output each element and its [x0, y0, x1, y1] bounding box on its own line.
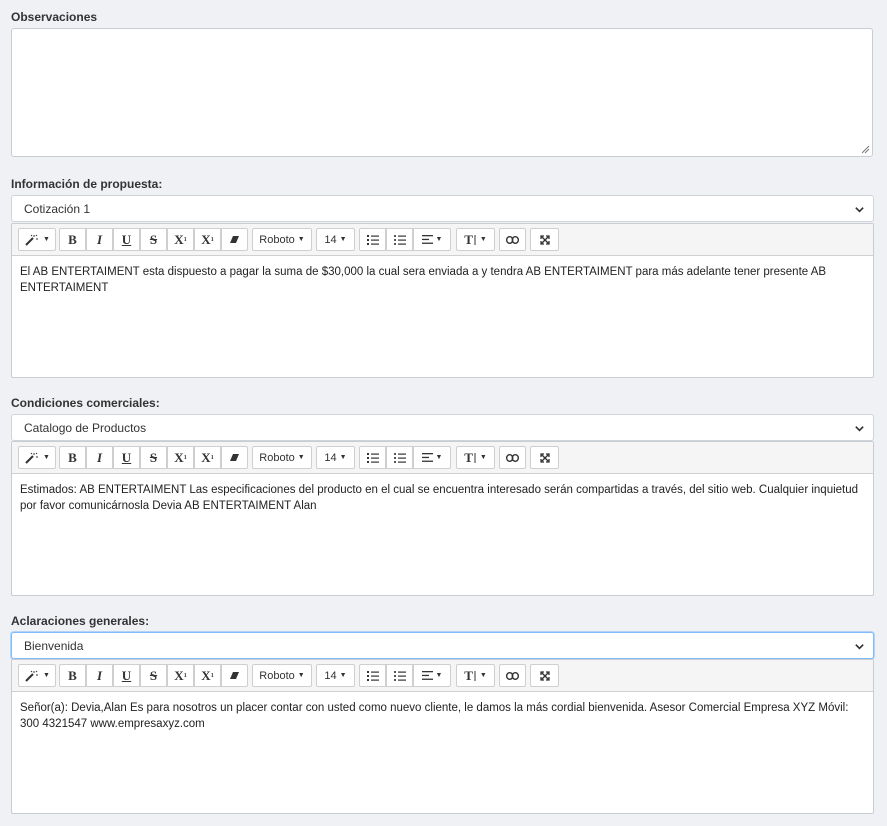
template-select[interactable]: Cotización 1: [11, 195, 874, 222]
font-size-dropdown[interactable]: 14 ▼: [316, 664, 355, 687]
strikethrough-button[interactable]: S: [140, 446, 167, 469]
observaciones-label: Observaciones: [11, 10, 98, 24]
unordered-list-icon: [366, 452, 379, 463]
ordered-list-button[interactable]: [386, 446, 413, 469]
editor-content[interactable]: El AB ENTERTAIMENT esta dispuesto a paga…: [20, 264, 861, 296]
bold-button[interactable]: B: [59, 664, 86, 687]
underline-button[interactable]: U: [113, 664, 140, 687]
fullscreen-button[interactable]: [530, 228, 559, 251]
fullscreen-icon: [539, 452, 550, 463]
superscript-button[interactable]: X1: [167, 664, 194, 687]
editor-toolbar: ▼ B I U S X1 X1 Roboto ▼ 14 ▼ ▼ T ▼: [12, 224, 873, 256]
template-select-value: Cotización 1: [24, 202, 91, 216]
unordered-list-button[interactable]: [359, 664, 386, 687]
unordered-list-icon: [366, 670, 379, 681]
font-name-dropdown[interactable]: Roboto ▼: [252, 228, 312, 251]
eraser-button[interactable]: [221, 446, 248, 469]
font-name-dropdown[interactable]: Roboto ▼: [252, 664, 312, 687]
superscript-button[interactable]: X1: [167, 228, 194, 251]
fullscreen-button[interactable]: [530, 446, 559, 469]
magic-wand-button[interactable]: ▼: [18, 228, 56, 251]
subscript-button[interactable]: X1: [194, 446, 221, 469]
strikethrough-button[interactable]: S: [140, 228, 167, 251]
template-select[interactable]: Bienvenida: [11, 632, 874, 659]
section-label: Condiciones comerciales:: [11, 396, 160, 410]
text-height-icon: [474, 452, 476, 463]
link-icon: [506, 235, 519, 244]
chevron-down-icon: [855, 426, 864, 432]
paragraph-align-dropdown[interactable]: ▼: [413, 664, 451, 687]
italic-button[interactable]: I: [86, 446, 113, 469]
eraser-button[interactable]: [221, 664, 248, 687]
unordered-list-icon: [366, 234, 379, 245]
text-height-icon: [474, 234, 476, 245]
editor-content[interactable]: Estimados: AB ENTERTAIMENT Las especific…: [20, 482, 861, 514]
ordered-list-icon: [393, 452, 406, 463]
eraser-icon: [230, 236, 239, 243]
line-height-dropdown[interactable]: T ▼: [456, 228, 495, 251]
section-label: Aclaraciones generales:: [11, 614, 150, 628]
paragraph-align-dropdown[interactable]: ▼: [413, 228, 451, 251]
superscript-button[interactable]: X1: [167, 446, 194, 469]
bold-button[interactable]: B: [59, 228, 86, 251]
link-button[interactable]: [499, 664, 526, 687]
font-size-dropdown[interactable]: 14 ▼: [316, 446, 355, 469]
subscript-button[interactable]: X1: [194, 664, 221, 687]
fullscreen-icon: [539, 234, 550, 245]
strikethrough-button[interactable]: S: [140, 664, 167, 687]
link-button[interactable]: [499, 446, 526, 469]
align-left-icon: [421, 235, 433, 244]
rich-text-editor[interactable]: ▼ B I U S X1 X1 Roboto ▼ 14 ▼: [11, 659, 874, 814]
magic-wand-button[interactable]: ▼: [18, 664, 56, 687]
underline-button[interactable]: U: [113, 228, 140, 251]
font-size-dropdown[interactable]: 14 ▼: [316, 228, 355, 251]
template-select-value: Catalogo de Productos: [24, 421, 147, 435]
underline-button[interactable]: U: [113, 446, 140, 469]
ordered-list-button[interactable]: [386, 228, 413, 251]
unordered-list-button[interactable]: [359, 228, 386, 251]
bold-button[interactable]: B: [59, 446, 86, 469]
magic-wand-icon: [25, 452, 39, 464]
rich-text-editor[interactable]: ▼ B I U S X1 X1 Roboto ▼ 14 ▼: [11, 223, 874, 378]
eraser-icon: [230, 672, 239, 679]
eraser-icon: [230, 454, 239, 461]
magic-wand-icon: [25, 670, 39, 682]
chevron-down-icon: [855, 644, 864, 650]
line-height-dropdown[interactable]: T ▼: [456, 446, 495, 469]
paragraph-align-dropdown[interactable]: ▼: [413, 446, 451, 469]
link-icon: [506, 453, 519, 462]
ordered-list-icon: [393, 234, 406, 245]
template-select[interactable]: Catalogo de Productos: [11, 414, 874, 441]
ordered-list-icon: [393, 670, 406, 681]
unordered-list-button[interactable]: [359, 446, 386, 469]
editor-toolbar: ▼ B I U S X1 X1 Roboto ▼ 14 ▼ ▼ T ▼: [12, 442, 873, 474]
observaciones-textarea[interactable]: [11, 28, 873, 157]
ordered-list-button[interactable]: [386, 664, 413, 687]
editor-toolbar: ▼ B I U S X1 X1 Roboto ▼ 14 ▼ ▼ T ▼: [12, 660, 873, 692]
rich-text-editor[interactable]: ▼ B I U S X1 X1 Roboto ▼ 14 ▼: [11, 441, 874, 596]
section-label: Información de propuesta:: [11, 177, 163, 191]
editor-content[interactable]: Señor(a): Devia,Alan Es para nosotros un…: [20, 700, 861, 732]
chevron-down-icon: [855, 207, 864, 213]
italic-button[interactable]: I: [86, 228, 113, 251]
magic-wand-icon: [25, 234, 39, 246]
eraser-button[interactable]: [221, 228, 248, 251]
italic-button[interactable]: I: [86, 664, 113, 687]
align-left-icon: [421, 453, 433, 462]
fullscreen-button[interactable]: [530, 664, 559, 687]
magic-wand-button[interactable]: ▼: [18, 446, 56, 469]
align-left-icon: [421, 671, 433, 680]
subscript-button[interactable]: X1: [194, 228, 221, 251]
link-button[interactable]: [499, 228, 526, 251]
template-select-value: Bienvenida: [24, 639, 84, 653]
line-height-dropdown[interactable]: T ▼: [456, 664, 495, 687]
link-icon: [506, 671, 519, 680]
resize-handle-icon[interactable]: [861, 145, 870, 154]
text-height-icon: [474, 670, 476, 681]
font-name-dropdown[interactable]: Roboto ▼: [252, 446, 312, 469]
fullscreen-icon: [539, 670, 550, 681]
